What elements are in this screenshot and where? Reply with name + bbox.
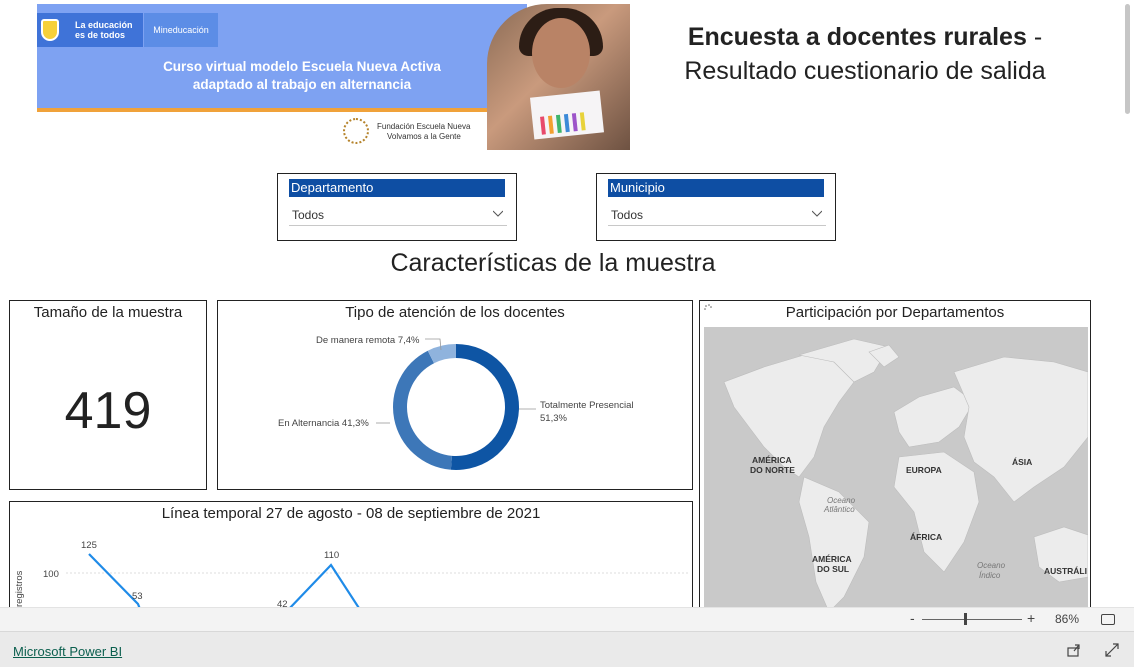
student-photo	[487, 4, 630, 150]
timeline-series-line-2	[289, 563, 360, 607]
donut-slice-en-alternancia[interactable]	[393, 350, 453, 470]
section-title: Características de la muestra	[390, 249, 716, 277]
foundation-label: Fundación Escuela Nueva Volvamos a la Ge…	[377, 122, 470, 142]
timeline-y-tick-100: 100	[43, 569, 59, 580]
sample-size-value: 419	[64, 382, 152, 440]
chevron-down-icon	[493, 210, 503, 217]
map-label-atlantic: Oceano	[827, 496, 856, 505]
departamento-dropdown[interactable]: Todos	[289, 204, 507, 226]
donut-slice-totalmente-presencial[interactable]	[450, 344, 519, 470]
map-label-australia: AUSTRÁLI	[1044, 566, 1087, 576]
slice-label-remote: De manera remota 7,4%	[316, 335, 420, 346]
vertical-scrollbar[interactable]	[1120, 0, 1134, 607]
map-label-north-america: AMÉRICA	[752, 455, 792, 465]
title-dash: -	[1026, 23, 1043, 51]
map-label-africa: ÁFRICA	[910, 532, 942, 542]
slice-label-alternancia: En Alternancia 41,3%	[278, 418, 369, 429]
municipio-dropdown[interactable]: Todos	[608, 204, 826, 226]
footer-bar: Microsoft Power BI	[0, 631, 1134, 667]
timeline-line-chart: registros 100 125 53 42 110	[14, 540, 690, 607]
departamento-slicer: Departamento Todos	[277, 173, 517, 241]
sample-size-card[interactable]: Tamaño de la muestra 419	[9, 300, 207, 490]
title-main: Encuesta a docentes rurales	[687, 23, 1027, 51]
fullscreen-icon[interactable]	[1105, 643, 1119, 657]
course-title: Curso virtual modelo Escuela Nueva Activ…	[97, 58, 507, 94]
report-title: Encuesta a docentes rurales - Resultado …	[640, 20, 1090, 88]
map-label-north-america-2: DO NORTE	[750, 465, 795, 475]
timeline-y-axis-label: registros	[14, 570, 25, 607]
map-label-europe: EUROPA	[906, 465, 942, 475]
slice-label-presencial: Totalmente Presencial	[540, 400, 633, 411]
map-label-south-america: AMÉRICA	[812, 554, 852, 564]
gov-logo-text: La educación es de todos	[75, 20, 133, 40]
zoom-slider-handle[interactable]	[964, 613, 967, 625]
zoom-in-button[interactable]: +	[1027, 610, 1035, 626]
title-subtitle: Resultado cuestionario de salida	[684, 57, 1046, 85]
course-banner: La educación es de todos Mineducación Cu…	[37, 4, 630, 150]
world-map[interactable]: AMÉRICA DO NORTE EUROPA ÁSIA ÁFRICA AMÉR…	[704, 327, 1088, 607]
map-label-asia: ÁSIA	[1012, 457, 1032, 467]
attention-type-card[interactable]: Tipo de atención de los docentes De mane…	[217, 300, 693, 490]
photo-drawing	[529, 90, 605, 140]
banner-stripe	[37, 108, 527, 112]
municipio-slicer: Municipio Todos	[596, 173, 836, 241]
ministry-label: Mineducación	[144, 13, 218, 47]
foundation-line-1: Fundación Escuela Nueva	[377, 122, 471, 131]
map-title: Participación por Departamentos	[785, 304, 1005, 321]
foundation-logo-icon	[343, 118, 369, 144]
municipio-slicer-header: Municipio	[608, 179, 824, 197]
timeline-point-label: 110	[324, 550, 339, 561]
departamento-slicer-header: Departamento	[289, 179, 505, 197]
departamento-dropdown-value: Todos	[292, 208, 325, 222]
power-bi-link[interactable]: Microsoft Power BI	[13, 644, 122, 659]
chevron-down-icon	[812, 210, 822, 217]
fit-to-page-icon[interactable]	[1101, 614, 1115, 625]
timeline-point-label: 42	[277, 599, 288, 607]
zoom-bar: - + 86%	[0, 607, 1134, 631]
gov-logo: La educación es de todos	[37, 13, 143, 47]
zoom-out-button[interactable]: -	[910, 610, 915, 626]
municipio-dropdown-value: Todos	[611, 208, 644, 222]
attention-type-donut-chart: De manera remota 7,4% En Alternancia 41,…	[278, 335, 633, 470]
slice-value-presencial: 51,3%	[540, 413, 567, 424]
timeline-card[interactable]: Línea temporal 27 de agosto - 08 de sept…	[9, 501, 693, 607]
map-label-south-america-2: DO SUL	[817, 564, 849, 574]
map-label-indian-2: Índico	[979, 571, 1001, 580]
zoom-slider-track[interactable]	[922, 619, 1022, 620]
zoom-percent: 86%	[1055, 612, 1080, 626]
map-label-indian: Oceano	[977, 561, 1006, 570]
scrollbar-thumb[interactable]	[1125, 4, 1130, 114]
colombia-shield-icon	[41, 19, 59, 41]
share-icon[interactable]	[1067, 643, 1081, 657]
map-label-atlantic-2: Atlântico	[823, 505, 855, 514]
course-title-line-2: adaptado al trabajo en alternancia	[192, 77, 412, 92]
gov-line-1: La educación	[75, 20, 133, 30]
foundation-line-2: Volvamos a la Gente	[387, 132, 461, 141]
department-participation-map-card[interactable]: Participación por Departamentos AMÉRICA …	[699, 300, 1091, 607]
photo-face	[532, 18, 590, 88]
timeline-point-label: 125	[81, 540, 97, 551]
report-canvas: La educación es de todos Mineducación Cu…	[0, 0, 1120, 607]
course-title-line-1: Curso virtual modelo Escuela Nueva Activ…	[163, 59, 441, 74]
sample-size-title: Tamaño de la muestra	[33, 304, 183, 321]
timeline-point-label: 53	[132, 591, 143, 602]
gov-line-2: es de todos	[75, 30, 126, 40]
